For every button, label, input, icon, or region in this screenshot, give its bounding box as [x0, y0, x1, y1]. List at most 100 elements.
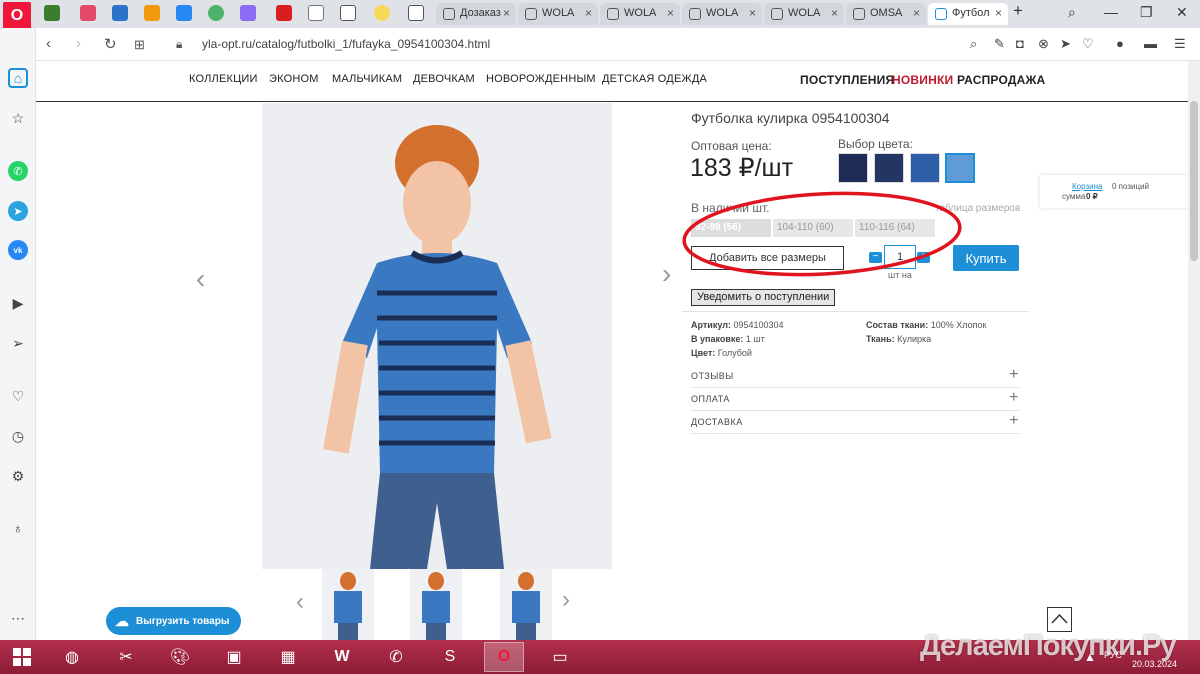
browser-tab[interactable]: WOLA ×	[600, 3, 680, 25]
pinned-tab-icon[interactable]	[80, 5, 96, 21]
thumbnails-next-arrow[interactable]: ›	[562, 586, 570, 614]
lightbulb-icon[interactable]: ♁	[8, 518, 28, 538]
browser-tab[interactable]: Дозаказ ×	[436, 3, 516, 25]
taskbar-app-icon[interactable]: ▣	[214, 642, 254, 672]
speed-dial-icon[interactable]: ⊞	[134, 37, 145, 53]
pinned-tab-icon[interactable]	[44, 5, 60, 21]
star-icon[interactable]: ☆	[8, 108, 28, 128]
viber-icon[interactable]: ✆	[376, 642, 416, 672]
cart-link[interactable]: Корзина	[1072, 182, 1102, 191]
color-swatch-selected[interactable]	[945, 153, 975, 183]
pinned-tab-icon[interactable]	[208, 5, 224, 21]
thumbnails-prev-arrow[interactable]: ‹	[296, 588, 304, 616]
word-icon[interactable]: W	[322, 642, 362, 672]
adblock-icon[interactable]: ⊗	[1038, 36, 1049, 52]
scroll-to-top-button[interactable]	[1047, 607, 1072, 632]
skype-icon[interactable]: S	[430, 642, 470, 672]
search-icon[interactable]: ⌕	[1068, 4, 1076, 21]
new-tab-button[interactable]: +	[1013, 1, 1023, 21]
photo-next-arrow[interactable]: ›	[662, 258, 671, 290]
opera-logo-icon[interactable]: O	[3, 2, 31, 30]
accordion-delivery[interactable]: ДОСТАВКА +	[691, 411, 1019, 434]
browser-tab[interactable]: OMSA ×	[846, 3, 926, 25]
taskbar-app-icon[interactable]: ✂	[106, 642, 146, 672]
more-icon[interactable]: ⋯	[8, 608, 28, 628]
close-icon[interactable]: ×	[831, 6, 838, 20]
send-icon[interactable]: ➤	[1060, 36, 1071, 52]
close-window-button[interactable]: ✕	[1176, 4, 1188, 21]
photo-prev-arrow[interactable]: ‹	[196, 263, 205, 295]
nav-link[interactable]: МАЛЬЧИКАМ	[332, 73, 402, 85]
opera-taskbar-icon[interactable]: O	[484, 642, 524, 672]
nav-link-arrivals[interactable]: ПОСТУПЛЕНИЯ	[800, 73, 894, 87]
close-icon[interactable]: ×	[667, 6, 674, 20]
camera-icon[interactable]: ◘	[1016, 36, 1024, 51]
close-icon[interactable]: ×	[749, 6, 756, 20]
vk-icon[interactable]	[176, 5, 192, 21]
product-thumbnail[interactable]	[410, 569, 462, 640]
telegram-icon[interactable]: ➤	[8, 201, 28, 221]
close-icon[interactable]: ×	[503, 6, 510, 20]
pinned-tab-icon[interactable]	[340, 5, 356, 21]
page-scrollbar[interactable]	[1188, 61, 1200, 640]
product-thumbnail[interactable]	[322, 569, 374, 640]
send-icon[interactable]: ➢	[8, 333, 28, 353]
close-icon[interactable]: ×	[995, 6, 1002, 20]
calculator-icon[interactable]: ▦	[268, 642, 308, 672]
notify-button[interactable]: Уведомить о поступлении	[691, 289, 836, 306]
profile-icon[interactable]: ●	[1116, 36, 1124, 51]
reload-icon[interactable]: ↻	[104, 35, 117, 53]
browser-tab[interactable]: WOLA ×	[764, 3, 844, 25]
nav-link-new[interactable]: НОВИНКИ	[892, 73, 953, 87]
color-swatch[interactable]	[910, 153, 940, 183]
export-products-button[interactable]: ☁ Выгрузить товары	[106, 607, 241, 635]
file-explorer-icon[interactable]: ▭	[540, 642, 580, 672]
color-swatch[interactable]	[874, 153, 904, 183]
gear-icon[interactable]: ⚙	[8, 466, 28, 486]
product-thumbnail[interactable]	[500, 569, 552, 640]
heart-icon[interactable]: ♡	[1082, 36, 1094, 52]
close-icon[interactable]: ×	[585, 6, 592, 20]
browser-tab-active[interactable]: Футбол ×	[928, 3, 1008, 25]
player-icon[interactable]: ▶	[8, 293, 28, 313]
battery-icon[interactable]: ▬	[1144, 36, 1157, 51]
search-in-page-icon[interactable]: ⌕	[970, 36, 977, 52]
keyboard-language[interactable]: РУС	[1104, 650, 1122, 660]
history-icon[interactable]: ◷	[8, 426, 28, 446]
product-photo[interactable]	[262, 103, 612, 569]
url-field[interactable]: yla-opt.ru/catalog/futbolki_1/fufayka_09…	[202, 37, 490, 51]
nav-link[interactable]: ДЕВОЧКАМ	[413, 73, 475, 85]
nav-link-sale[interactable]: РАСПРОДАЖА	[957, 73, 1045, 87]
pinned-tab-icon[interactable]	[276, 5, 292, 21]
forward-icon[interactable]: ›	[76, 35, 81, 52]
accordion-payment[interactable]: ОПЛАТА +	[691, 388, 1019, 411]
color-swatch[interactable]	[838, 153, 868, 183]
home-icon[interactable]: ⌂	[8, 68, 28, 88]
whatsapp-icon[interactable]: ✆	[8, 161, 28, 181]
back-icon[interactable]: ‹	[46, 35, 51, 52]
nav-link[interactable]: КОЛЛЕКЦИИ	[189, 73, 258, 85]
sparkle-icon[interactable]	[240, 5, 256, 21]
browser-tab[interactable]: WOLA ×	[518, 3, 598, 25]
odnoklassniki-icon[interactable]	[144, 5, 160, 21]
minimize-button[interactable]: —	[1104, 4, 1118, 20]
cart-widget[interactable]: Корзина 0 позиций сумма 0 ₽	[1040, 175, 1188, 208]
pinned-tab-icon[interactable]	[374, 5, 390, 21]
heart-icon[interactable]: ♡	[8, 386, 28, 406]
close-icon[interactable]: ×	[913, 6, 920, 20]
accordion-reviews[interactable]: ОТЗЫВЫ +	[691, 365, 1019, 388]
nav-link[interactable]: ЭКОНОМ	[269, 73, 319, 85]
windows-start-icon[interactable]	[2, 642, 42, 672]
vk-icon[interactable]: vk	[8, 240, 28, 260]
paint-icon[interactable]: 🎨︎	[160, 642, 200, 672]
nav-link[interactable]: ДЕТСКАЯ ОДЕЖДА	[602, 73, 707, 85]
menu-icon[interactable]: ☰	[1174, 36, 1186, 52]
clock-date[interactable]: 20.03.2024	[1132, 659, 1177, 669]
browser-tab[interactable]: WOLA ×	[682, 3, 762, 25]
restore-button[interactable]: ❐	[1140, 4, 1153, 21]
pinned-tab-icon[interactable]	[408, 5, 424, 21]
pinned-tab-icon[interactable]	[308, 5, 324, 21]
nav-link[interactable]: НОВОРОЖДЕННЫМ	[486, 73, 596, 85]
edit-icon[interactable]: ✎	[994, 36, 1005, 52]
scrollbar-thumb[interactable]	[1190, 101, 1198, 261]
